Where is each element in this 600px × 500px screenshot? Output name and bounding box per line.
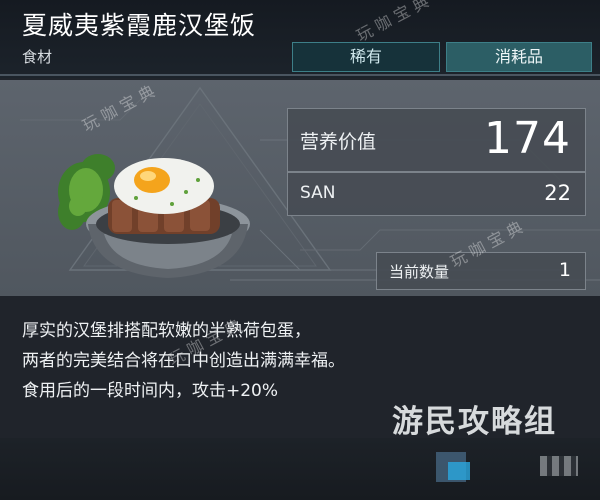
nutrition-panel: 营养价值 174	[287, 108, 586, 172]
nutrition-label: 营养价值	[300, 131, 377, 153]
description-line: 食用后的一段时间内，攻击+20%	[22, 381, 279, 401]
hamburger-rice-bowl-icon	[58, 154, 250, 278]
blurred-badge	[540, 456, 578, 476]
rarity-label: 稀有	[349, 47, 382, 66]
type-label: 消耗品	[494, 47, 543, 66]
item-title: 夏威夷紫霞鹿汉堡饭	[22, 11, 257, 40]
brand-watermark: 游民攻略组	[392, 404, 557, 440]
header-divider	[0, 74, 600, 76]
nutrition-value: 174	[484, 113, 571, 164]
san-value: 22	[544, 181, 571, 205]
type-tag: 消耗品	[446, 42, 592, 72]
blurred-badge	[448, 462, 470, 480]
rarity-tag: 稀有	[292, 42, 440, 72]
san-label: SAN	[300, 183, 336, 203]
count-value: 1	[558, 259, 571, 281]
count-label: 当前数量	[389, 263, 450, 281]
san-panel: SAN 22	[287, 172, 586, 216]
footer-bar	[0, 438, 600, 500]
item-category: 食材	[22, 48, 53, 66]
description-line: 厚实的汉堡排搭配软嫩的半熟荷包蛋，	[22, 321, 311, 341]
item-header: 夏威夷紫霞鹿汉堡饭 食材 稀有 消耗品	[0, 0, 600, 78]
